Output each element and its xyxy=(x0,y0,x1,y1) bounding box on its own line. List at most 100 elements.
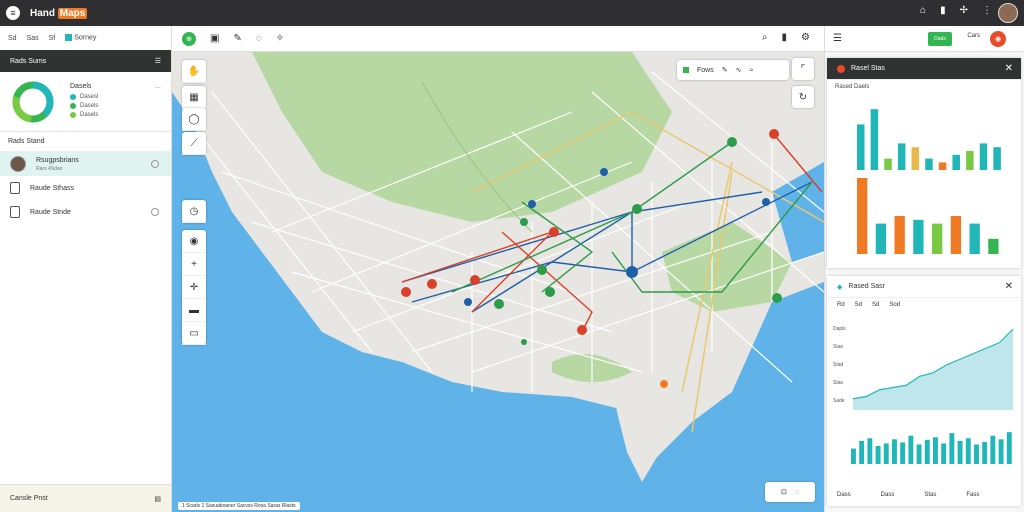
more-icon[interactable]: ⋮ xyxy=(982,5,992,16)
trend-bar xyxy=(982,441,988,464)
edit-icon[interactable]: ✎ xyxy=(722,66,728,74)
layer-icon[interactable]: ◉ xyxy=(182,230,206,253)
fullscreen-button[interactable]: ⌜ xyxy=(792,58,814,80)
bar xyxy=(897,143,906,170)
legend-item: Dasels xyxy=(70,111,99,118)
avatar[interactable] xyxy=(998,3,1018,23)
share-icon[interactable]: ✢ xyxy=(960,5,968,16)
trend-tab[interactable]: Sd xyxy=(872,302,879,308)
trend-tab[interactable]: Rd xyxy=(837,302,845,308)
map-canvas[interactable]: ✋ ▦ ◯ ⟋ ◷ ◉ + ✛ ▬ ▭ Fows ✎ ∿ ≈ ⌜ ↻ 1 Sca… xyxy=(172,52,824,512)
pen-icon[interactable]: ✎ xyxy=(233,33,241,44)
subtab-2[interactable]: Sas xyxy=(27,35,39,42)
pin-icon[interactable]: ✧ xyxy=(276,33,284,44)
hand-icon[interactable]: ✋ xyxy=(182,60,206,83)
subtab-4-label: Sorney xyxy=(74,34,97,42)
legend-label: Dasels xyxy=(80,111,99,118)
marker xyxy=(762,198,770,206)
trend-tabs: Rd Sd Sd Sod xyxy=(827,298,1021,312)
subtab-1[interactable]: Sd xyxy=(8,35,17,42)
trend-tab[interactable]: Sod xyxy=(889,302,900,308)
measure-icon[interactable]: ⟋ xyxy=(182,132,206,155)
book-icon[interactable]: ▮ xyxy=(940,5,946,16)
trend-bar xyxy=(916,444,922,464)
close-icon[interactable]: ✕ xyxy=(1005,281,1013,292)
zoom-box: ⊡ ◌ xyxy=(765,482,815,502)
menu-icon[interactable]: ≡ xyxy=(6,6,20,20)
legend-label: Dasesl xyxy=(80,93,99,100)
globe-icon[interactable]: ⊕ xyxy=(182,31,196,46)
route-item[interactable]: Raude Stnde xyxy=(0,200,171,224)
section-title: Rads Stand xyxy=(0,132,171,152)
record-icon xyxy=(837,64,845,73)
bar xyxy=(870,109,879,170)
left-footer: Cansle Pnst ▤ xyxy=(0,484,171,512)
circle-icon[interactable] xyxy=(151,208,159,216)
ruler-icon[interactable]: ▭ xyxy=(182,322,206,345)
marker xyxy=(600,168,608,176)
trend-legend-item: Stas xyxy=(924,492,937,498)
circle-icon[interactable] xyxy=(151,160,159,168)
settings-icon[interactable]: ⚙ xyxy=(801,32,810,43)
cars-button[interactable]: Cars xyxy=(967,33,980,39)
trend-bar xyxy=(859,440,865,464)
right-toolbar: ☰ Dads Cars ◉ xyxy=(825,26,1024,52)
trend-legend: Dass Dass Stas Fass xyxy=(837,492,979,498)
chat-icon[interactable]: ◌ xyxy=(256,33,262,44)
compass-icon[interactable]: ◷ xyxy=(182,200,206,223)
marker xyxy=(660,380,668,388)
book-icon xyxy=(10,206,20,218)
trend-card-title: Rased Sasr xyxy=(848,283,885,290)
map-controls-2: ▦ xyxy=(182,86,206,109)
route-avatar xyxy=(10,156,26,172)
bar xyxy=(952,154,960,170)
subtab-3[interactable]: Sf xyxy=(49,35,56,42)
wave-icon[interactable]: ≈ xyxy=(749,67,753,74)
filter-label[interactable]: Fows xyxy=(697,67,714,74)
crosshair-icon[interactable]: ✛ xyxy=(182,276,206,299)
building-icon[interactable]: ▦ xyxy=(182,86,206,109)
locate-icon[interactable]: ◌ xyxy=(795,489,799,496)
kebab-icon[interactable]: ⋯ xyxy=(154,84,161,92)
menu-lines-icon[interactable]: ☰ xyxy=(155,57,161,65)
map-toolbar: ⊕ ▣ ✎ ◌ ✧ ⌕ ▮ ⚙ xyxy=(172,26,824,52)
bar xyxy=(932,223,943,254)
bar xyxy=(875,223,887,254)
zoom-label-icon[interactable]: ⊡ xyxy=(781,488,787,496)
bar xyxy=(979,143,988,170)
trend-y-label: Sade xyxy=(833,398,845,404)
trend-bar xyxy=(933,437,938,464)
bar xyxy=(925,158,933,170)
marker xyxy=(632,204,642,214)
trend-bar xyxy=(990,435,996,464)
cup-icon[interactable]: ▬ xyxy=(182,299,206,322)
rotate-button[interactable]: ↻ xyxy=(792,86,814,108)
route-item[interactable]: Rsugpsbrians Rars 4Sdan xyxy=(0,152,171,176)
trend-bar xyxy=(883,443,889,464)
route-item[interactable]: Raude Sthass xyxy=(0,176,171,200)
trend-legend-item: Dass xyxy=(837,492,851,498)
search-icon[interactable]: ⌕ xyxy=(762,32,768,43)
legend-dot xyxy=(70,93,76,100)
zoom-in-icon[interactable]: + xyxy=(182,253,206,276)
draw-icon[interactable]: ∿ xyxy=(736,66,742,74)
trash-icon[interactable]: ▮ xyxy=(782,32,788,43)
dads-button[interactable]: Dads xyxy=(928,32,952,46)
bar-chart-1 xyxy=(857,109,1001,170)
lasso-icon[interactable]: ◯ xyxy=(182,108,206,131)
subtabs: Sd Sas Sf Sorney xyxy=(0,26,171,50)
chart-icon: ◆ xyxy=(837,283,843,291)
alert-icon[interactable]: ◉ xyxy=(990,31,1006,47)
home-icon[interactable]: ⌂ xyxy=(920,5,926,16)
trend-bar xyxy=(998,439,1004,464)
layers-icon[interactable]: ▣ xyxy=(210,33,219,44)
trend-tab[interactable]: Sd xyxy=(855,302,862,308)
legend-dot xyxy=(70,102,76,109)
print-icon[interactable]: ▤ xyxy=(154,495,161,503)
list-icon[interactable]: ☰ xyxy=(833,33,842,44)
marker xyxy=(769,129,779,139)
subtab-4[interactable]: Sorney xyxy=(65,34,97,42)
close-icon[interactable]: ✕ xyxy=(1005,63,1013,74)
bar xyxy=(913,219,924,254)
bar xyxy=(950,216,962,254)
